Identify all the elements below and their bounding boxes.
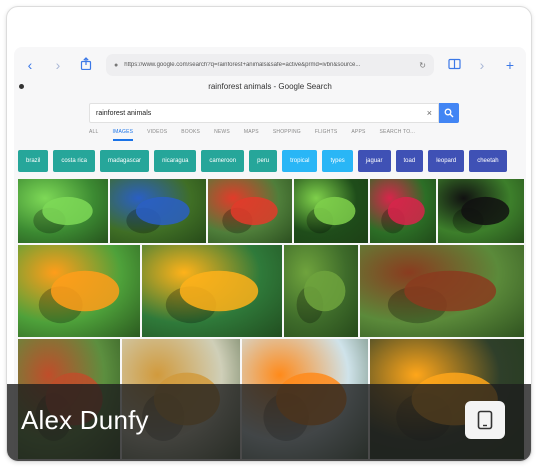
- image-thumbnail: [387, 270, 497, 324]
- chip-brazil[interactable]: brazil: [18, 150, 49, 172]
- chip-leopard[interactable]: leopard: [428, 150, 465, 172]
- tab-maps[interactable]: MAPS: [244, 129, 259, 141]
- image-result-tree-frog-on-leaf[interactable]: [294, 179, 368, 243]
- tab-images[interactable]: IMAGES: [112, 129, 134, 141]
- image-thumbnail: [165, 270, 259, 324]
- reload-icon[interactable]: ↻: [419, 61, 426, 70]
- image-result-dark-frog[interactable]: [438, 179, 524, 243]
- chip-madagascar[interactable]: madagascar: [100, 150, 150, 172]
- clear-icon[interactable]: ×: [427, 108, 432, 118]
- tablet-icon: [477, 410, 493, 430]
- chip-cheetah[interactable]: cheetah: [469, 150, 507, 172]
- related-chips: brazil costa rica madagascar nicaragua camer…: [18, 150, 526, 172]
- image-thumbnail: [33, 196, 93, 234]
- page-title: rainforest animals - Google Search: [208, 82, 332, 91]
- book-icon[interactable]: [446, 57, 462, 73]
- tab-flights[interactable]: FLIGHTS: [315, 129, 338, 141]
- image-result-tree-frog-on-red-flower[interactable]: [370, 179, 436, 243]
- tab-shopping[interactable]: SHOPPING: [273, 129, 301, 141]
- chip-types[interactable]: types: [322, 150, 353, 172]
- image-thumbnail: [306, 196, 356, 234]
- search-query: rainforest animals: [96, 109, 152, 117]
- image-result-chameleon[interactable]: [284, 245, 358, 337]
- forward-icon[interactable]: ›: [50, 57, 66, 73]
- address-bar[interactable]: ● https://www.google.com/search?q=rainfo…: [106, 54, 434, 76]
- url-text: https://www.google.com/search?q=rainfore…: [124, 62, 361, 68]
- search-row: rainforest animals ×: [89, 103, 459, 123]
- new-tab-icon[interactable]: +: [502, 57, 518, 73]
- lock-icon: ●: [114, 61, 119, 69]
- chip-cameroon[interactable]: cameroon: [201, 150, 245, 172]
- chip-tropical[interactable]: tropical: [282, 150, 318, 172]
- chip-costa-rica[interactable]: costa rica: [53, 150, 96, 172]
- chip-jaguar[interactable]: jaguar: [357, 150, 391, 172]
- tab-search-tools[interactable]: SEARCH TO...: [380, 129, 416, 141]
- image-result-red-eyed-tree-frog[interactable]: [18, 179, 108, 243]
- browser-toolbar: ‹ › ● https://www.google.com/search?q=ra…: [14, 47, 526, 83]
- tab-news[interactable]: NEWS: [214, 129, 230, 141]
- image-thumbnail: [222, 196, 278, 234]
- image-result-blue-poison-dart-frog[interactable]: [110, 179, 206, 243]
- author-name: Alex Dunfy: [21, 405, 149, 435]
- tab-apps[interactable]: APPS: [351, 129, 365, 141]
- image-thumbnail: [126, 196, 190, 234]
- forward-tab-icon[interactable]: ›: [474, 57, 490, 73]
- tablet-view-button[interactable]: [465, 401, 505, 439]
- image-result-toucan[interactable]: [18, 245, 140, 337]
- image-thumbnail: [452, 196, 510, 234]
- search-tabs: ALL IMAGES VIDEOS BOOKS NEWS MAPS SHOPPI…: [89, 129, 469, 141]
- image-result-toucan-close-up[interactable]: [142, 245, 282, 337]
- tab-all[interactable]: ALL: [89, 129, 99, 141]
- image-thumbnail: [38, 270, 120, 324]
- search-input[interactable]: rainforest animals ×: [89, 103, 439, 123]
- share-icon[interactable]: [78, 57, 94, 73]
- back-icon[interactable]: ‹: [22, 57, 38, 73]
- chip-peru[interactable]: peru: [249, 150, 278, 172]
- search-icon: [444, 108, 454, 118]
- tab-books[interactable]: BOOKS: [181, 129, 200, 141]
- image-thumbnail: [296, 270, 346, 324]
- image-thumbnail: [381, 196, 425, 234]
- search-button[interactable]: [439, 103, 459, 123]
- image-result-macaw[interactable]: [208, 179, 292, 243]
- image-result-tree-kangaroo[interactable]: [360, 245, 524, 337]
- chip-nicaragua[interactable]: nicaragua: [154, 150, 197, 172]
- tab-videos[interactable]: VIDEOS: [147, 129, 167, 141]
- chip-toad[interactable]: toad: [395, 150, 424, 172]
- screenshot-card[interactable]: ‹ › ● https://www.google.com/search?q=ra…: [6, 6, 532, 462]
